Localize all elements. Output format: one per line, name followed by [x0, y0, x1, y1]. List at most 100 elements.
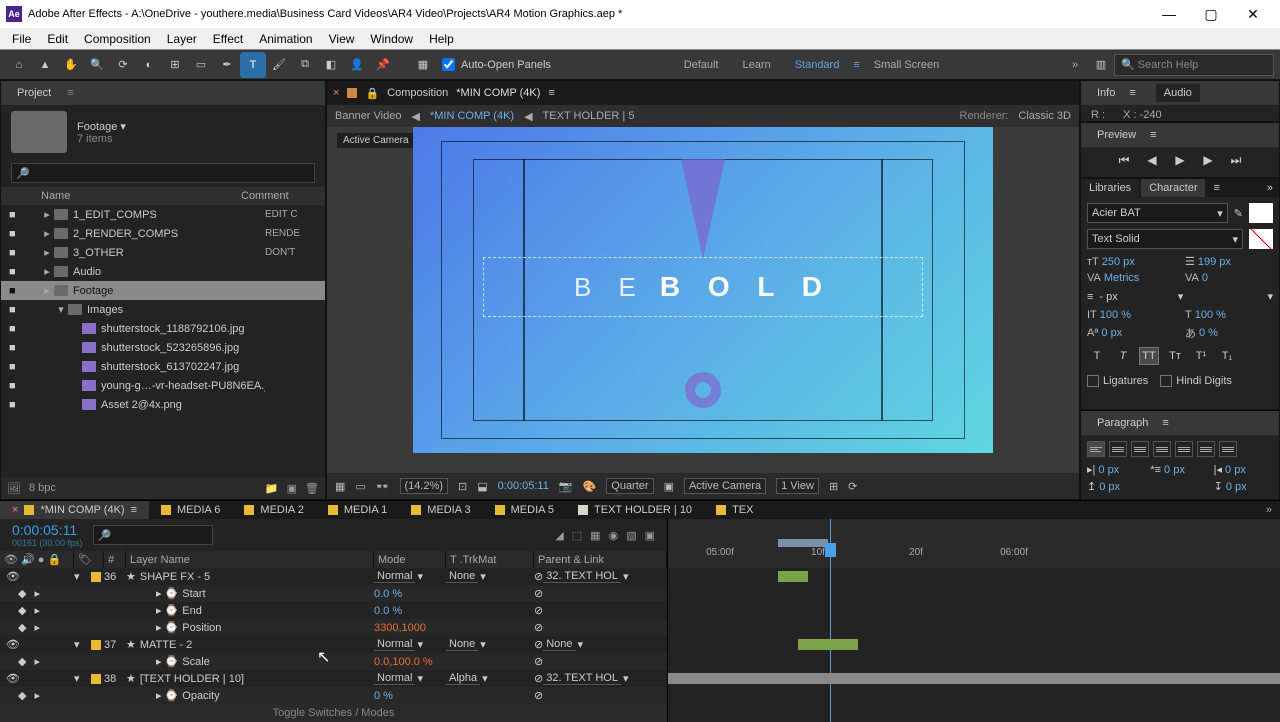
- property-row[interactable]: ◆▸▸ ⌚ Position3300,1000⊘: [0, 619, 667, 636]
- col-trkmat[interactable]: T .TrkMat: [446, 551, 534, 568]
- hindi-checkbox[interactable]: [1160, 375, 1172, 387]
- menu-help[interactable]: Help: [421, 28, 462, 49]
- ligatures-checkbox[interactable]: [1087, 375, 1099, 387]
- panel-menu-icon[interactable]: ≡: [1150, 129, 1156, 141]
- fill-color-swatch[interactable]: [1249, 203, 1273, 223]
- timeline-tab[interactable]: MEDIA 1: [316, 501, 399, 519]
- project-item[interactable]: ■shutterstock_613702247.jpg: [1, 357, 325, 376]
- tsume-value[interactable]: 0 %: [1199, 327, 1218, 339]
- justify-last-left-button[interactable]: [1153, 441, 1171, 457]
- smallcaps-button[interactable]: Tт: [1165, 347, 1185, 365]
- property-row[interactable]: ◆▸▸ ⌚ Opacity0 %⊘: [0, 687, 667, 704]
- color-mgmt-icon[interactable]: 🎨: [583, 480, 597, 493]
- project-item[interactable]: ■Asset 2@4x.png: [1, 395, 325, 414]
- type-tool[interactable]: T: [240, 52, 266, 78]
- col-comment[interactable]: Comment: [241, 190, 311, 202]
- character-tab[interactable]: Character: [1141, 179, 1205, 197]
- timeline-tab[interactable]: MEDIA 3: [399, 501, 482, 519]
- leading-value[interactable]: 199 px: [1198, 256, 1231, 268]
- indent-left-value[interactable]: 0 px: [1098, 464, 1119, 476]
- workspace-more-icon[interactable]: »: [1072, 59, 1088, 71]
- workspace-default[interactable]: Default: [674, 59, 729, 71]
- project-search-input[interactable]: 🔎: [11, 163, 315, 183]
- preview-tab[interactable]: Preview: [1089, 126, 1144, 144]
- menu-file[interactable]: File: [4, 28, 39, 49]
- timeline-tab[interactable]: × *MIN COMP (4K) ≡: [0, 501, 149, 519]
- 3d-icon[interactable]: ⬚: [572, 529, 582, 542]
- panel-menu-icon[interactable]: ≡: [548, 87, 554, 99]
- composition-canvas[interactable]: B E B O L D: [413, 127, 993, 453]
- font-style-dropdown[interactable]: Text Solid▾: [1087, 229, 1243, 249]
- bpc-toggle[interactable]: 8 bpc: [29, 482, 56, 494]
- property-row[interactable]: ◆▸▸ ⌚ End0.0 %⊘: [0, 602, 667, 619]
- selection-tool[interactable]: ▲: [32, 52, 58, 78]
- align-right-button[interactable]: [1131, 441, 1149, 457]
- grid-icon[interactable]: ⊞: [829, 480, 838, 493]
- panel-menu-icon[interactable]: ≡: [67, 87, 73, 99]
- menu-layer[interactable]: Layer: [159, 28, 205, 49]
- vscale-value[interactable]: 100 %: [1100, 309, 1131, 321]
- brush-tool[interactable]: 🖌: [266, 52, 292, 78]
- workspace-switcher-icon[interactable]: ▥: [1088, 52, 1114, 78]
- graph-editor-icon[interactable]: ▧: [626, 529, 636, 542]
- auto-open-checkbox[interactable]: [442, 58, 455, 71]
- home-tool[interactable]: ⌂: [6, 52, 32, 78]
- breadcrumb-next[interactable]: TEXT HOLDER | 5: [543, 110, 635, 122]
- space-after-value[interactable]: 0 px: [1226, 481, 1247, 493]
- exposure-icon[interactable]: ▣: [664, 480, 674, 493]
- orbit-tool[interactable]: ⟳: [110, 52, 136, 78]
- layer-bar[interactable]: [778, 571, 808, 582]
- new-comp-icon[interactable]: ▣: [287, 482, 297, 495]
- views-dropdown[interactable]: 1 View: [776, 478, 819, 494]
- menu-window[interactable]: Window: [362, 28, 421, 49]
- resolution-icon[interactable]: ⊡: [458, 480, 467, 493]
- allcaps-button[interactable]: TT: [1139, 347, 1159, 365]
- space-before-value[interactable]: 0 px: [1099, 481, 1120, 493]
- pen-tool[interactable]: ✒: [214, 52, 240, 78]
- play-button[interactable]: ▶: [1171, 153, 1189, 168]
- menu-edit[interactable]: Edit: [39, 28, 76, 49]
- work-area-bar[interactable]: [778, 539, 828, 547]
- col-layer-name[interactable]: Layer Name: [126, 551, 374, 568]
- panel-menu-icon[interactable]: ≡: [1129, 87, 1135, 99]
- interpret-icon[interactable]: 🖼: [7, 482, 21, 495]
- justify-last-right-button[interactable]: [1197, 441, 1215, 457]
- channel-icon[interactable]: ▭: [355, 480, 365, 493]
- menu-animation[interactable]: Animation: [251, 28, 320, 49]
- maximize-button[interactable]: ▢: [1190, 0, 1232, 28]
- project-item[interactable]: ■young-g…-vr-headset-PU8N6EA.jpg: [1, 376, 325, 395]
- project-item[interactable]: ■▸Audio: [1, 262, 325, 281]
- render-icon[interactable]: ⟳: [848, 480, 857, 493]
- timeline-tab[interactable]: MEDIA 6: [149, 501, 232, 519]
- indent-first-value[interactable]: 0 px: [1164, 464, 1185, 476]
- project-item[interactable]: ■▸3_OTHERDON'T: [1, 243, 325, 262]
- col-number[interactable]: #: [104, 551, 126, 568]
- trash-icon[interactable]: 🗑: [305, 482, 319, 495]
- panel-toggle-icon[interactable]: ▦: [410, 52, 436, 78]
- layer-bar[interactable]: [668, 673, 1280, 684]
- stroke-width-value[interactable]: - px: [1099, 291, 1171, 303]
- project-item[interactable]: ■▸1_EDIT_COMPSEDIT C: [1, 205, 325, 224]
- lock-icon[interactable]: 🔒: [365, 87, 379, 100]
- close-button[interactable]: ✕: [1232, 0, 1274, 28]
- roi-icon[interactable]: ⬓: [477, 480, 487, 493]
- timeline-tab[interactable]: MEDIA 2: [232, 501, 315, 519]
- justify-last-center-button[interactable]: [1175, 441, 1193, 457]
- align-center-button[interactable]: [1109, 441, 1127, 457]
- comp-name[interactable]: *MIN COMP (4K): [456, 87, 540, 99]
- prev-frame-button[interactable]: ◀: [1143, 153, 1161, 168]
- layer-bar[interactable]: [798, 639, 858, 650]
- hscale-value[interactable]: 100 %: [1195, 309, 1226, 321]
- puppet-tool[interactable]: 📌: [370, 52, 396, 78]
- layer-row[interactable]: 👁▾37★MATTE - 2Normal▾None▾⊘ None▾: [0, 636, 667, 653]
- workspace-learn[interactable]: Learn: [733, 59, 781, 71]
- frame-blend-icon[interactable]: ▦: [590, 529, 600, 542]
- time-ruler[interactable]: 05:00f 10f 20f 06:00f: [668, 519, 1280, 568]
- stroke-color-swatch[interactable]: [1249, 229, 1273, 249]
- paragraph-tab[interactable]: Paragraph: [1089, 414, 1156, 432]
- col-name[interactable]: Name: [41, 190, 241, 202]
- baseline-value[interactable]: 0 px: [1101, 327, 1122, 339]
- zoom-dropdown[interactable]: (14.2%): [400, 478, 449, 494]
- rect-tool[interactable]: ▭: [188, 52, 214, 78]
- snapshot-icon[interactable]: 📷: [559, 480, 573, 493]
